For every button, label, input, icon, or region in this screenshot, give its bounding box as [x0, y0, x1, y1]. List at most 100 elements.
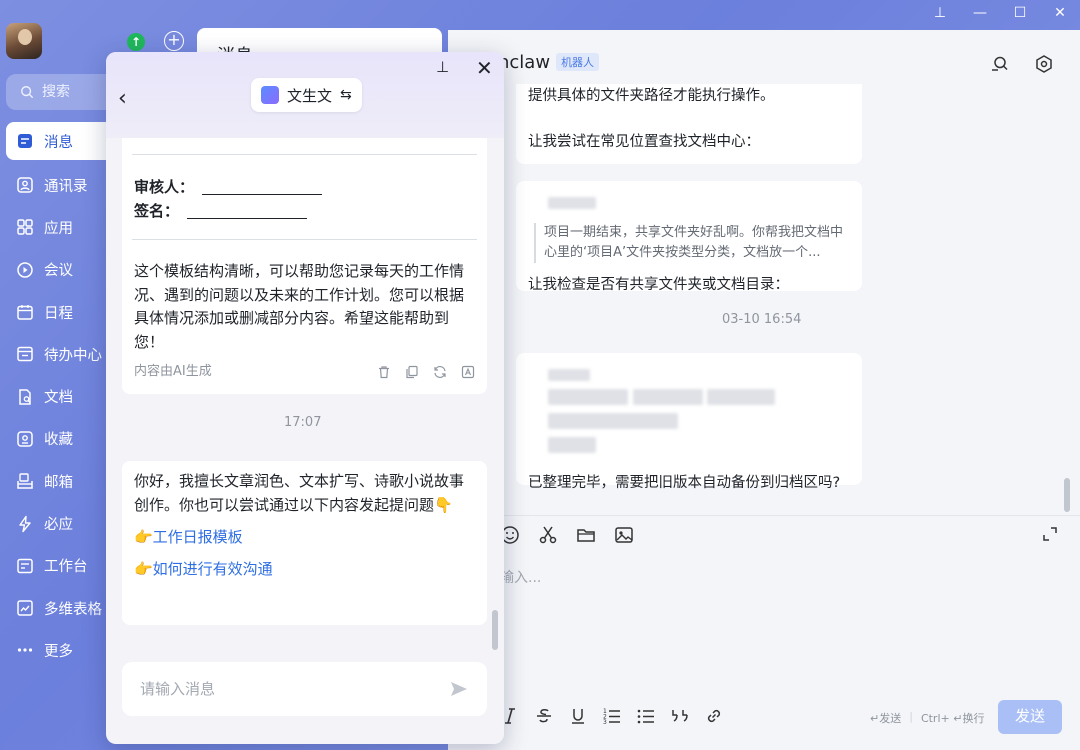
blurred-sender: [548, 197, 596, 209]
format-toolbar: 123: [500, 706, 724, 726]
message-text: 已整理完毕，需要把旧版本自动备份到归档区吗?: [528, 475, 841, 491]
shortcut-hints: ↵发送 | Ctrl+ ↵换行: [870, 710, 985, 725]
pin-window-icon[interactable]: ⊥: [920, 0, 960, 26]
send-arrow-icon[interactable]: [449, 679, 469, 699]
window-controls: ⊥ — ☐ ✕: [920, 0, 1080, 26]
back-icon[interactable]: ‹: [118, 86, 127, 111]
signature-field: 签名：: [134, 199, 475, 223]
refresh-icon[interactable]: [433, 365, 447, 379]
avatar[interactable]: [6, 23, 42, 59]
sidebar-item-bitable[interactable]: 多维表格: [6, 587, 116, 629]
underline-icon[interactable]: [568, 706, 588, 726]
search-box[interactable]: 搜索: [6, 74, 116, 110]
panel-scrollbar[interactable]: [492, 610, 498, 650]
bullet-list-icon[interactable]: [636, 706, 656, 726]
suggestion-communication[interactable]: 👉如何进行有效沟通: [134, 553, 475, 585]
chat-header-actions: [990, 54, 1054, 74]
maximize-icon[interactable]: ☐: [1000, 0, 1040, 26]
docs-icon: [19, 388, 31, 405]
message-bubble: 已整理完毕，需要把旧版本自动备份到归档区吗?: [516, 353, 862, 491]
strikethrough-icon[interactable]: [534, 706, 554, 726]
sidebar-item-label: 工作台: [44, 559, 88, 576]
mode-switch-button[interactable]: 文生文 ⇆: [251, 78, 362, 112]
text-generation-icon: [261, 86, 279, 104]
panel-message-input[interactable]: [140, 680, 420, 698]
sidebar-item-label: 应用: [44, 220, 73, 237]
sidebar-item-messages[interactable]: 消息: [6, 122, 116, 160]
ai-reply-text: 这个模板结构清晰，可以帮助您记录每天的工作情况、遇到的问题以及未来的工作计划。您…: [134, 262, 465, 351]
sidebar-item-meeting[interactable]: 会议: [6, 249, 116, 291]
ai-generated-note: 内容由AI生成: [134, 364, 212, 379]
sidebar-item-label: 必应: [44, 517, 73, 534]
mode-label: 文生文: [287, 86, 333, 105]
reviewer-field: 审核人：: [134, 175, 475, 199]
folder-icon[interactable]: [576, 525, 596, 545]
sidebar-item-todo[interactable]: 待办中心: [6, 333, 116, 375]
message-text: 提供具体的文件夹路径才能执行操作。: [528, 88, 775, 104]
composer-input[interactable]: 输入...: [500, 567, 541, 587]
message-text: 让我检查是否有共享文件夹或文档目录：: [528, 277, 789, 293]
switch-icon: ⇆: [340, 87, 352, 103]
chat-search-icon[interactable]: [990, 54, 1010, 74]
sidebar-item-more[interactable]: 更多: [6, 629, 116, 671]
link-icon[interactable]: [704, 706, 724, 726]
settings-icon[interactable]: [1034, 54, 1054, 74]
delete-icon[interactable]: [377, 365, 391, 379]
todo-icon: [17, 347, 33, 362]
sidebar-item-contacts[interactable]: 通讯录: [6, 164, 116, 206]
ai-assistant-panel: ‹ 文生文 ⇆ ⊥ ✕ 审核人： 签名： 这个模板结构清晰，可以帮助您记录每天的…: [106, 52, 504, 744]
upload-status-icon[interactable]: ↑: [127, 33, 145, 51]
sidebar-item-label: 消息: [44, 134, 73, 151]
message-bubble: 项目一期结束，共享文件夹好乱啊。你帮我把文档中心里的‘项目A’文件夹按类型分类，…: [516, 181, 862, 293]
reviewer-blank: [202, 181, 323, 195]
newline-hint: Ctrl+ ↵换行: [920, 712, 985, 725]
sidebar-item-label: 通讯录: [44, 178, 88, 195]
quoted-message[interactable]: 项目一期结束，共享文件夹好乱啊。你帮我把文档中心里的‘项目A’文件夹按类型分类，…: [534, 223, 850, 263]
sidebar-item-mail[interactable]: 邮箱: [6, 460, 116, 502]
chat-title[interactable]: nclaw: [498, 52, 550, 73]
message-text: 让我尝试在常见位置查找文档中心：: [528, 134, 760, 150]
add-icon[interactable]: +: [164, 31, 184, 51]
blurred-content: [548, 365, 850, 461]
close-icon[interactable]: ✕: [476, 56, 493, 80]
ai-reply-footer: 内容由AI生成: [122, 360, 487, 384]
workbench-icon: [17, 558, 33, 574]
ai-mark-icon[interactable]: [461, 365, 475, 379]
calendar-icon: [17, 305, 33, 320]
panel-input-box: [122, 662, 487, 716]
minimize-icon[interactable]: —: [960, 0, 1000, 26]
send-button[interactable]: 发送: [998, 700, 1062, 734]
sidebar-item-bing[interactable]: 必应: [6, 502, 116, 544]
sidebar-item-calendar[interactable]: 日程: [6, 291, 116, 333]
meeting-icon: [17, 261, 33, 278]
left-rail: 搜索 消息 通讯录 应用 会议 日程 待办中心 文档 收藏 邮箱 必应 工作台 …: [0, 0, 116, 750]
sidebar-item-docs[interactable]: 文档: [6, 375, 116, 417]
more-icon: [17, 648, 33, 653]
panel-timestamp: 17:07: [284, 415, 322, 430]
sidebar-item-label: 邮箱: [44, 474, 73, 491]
bolt-icon: [19, 515, 31, 532]
sidebar-item-label: 日程: [44, 305, 73, 322]
message-bubble: 提供具体的文件夹路径才能执行操作。 让我尝试在常见位置查找文档中心：: [516, 84, 862, 164]
ordered-list-icon[interactable]: 123: [602, 706, 622, 726]
svg-text:3: 3: [603, 719, 607, 726]
sidebar-item-label: 多维表格: [44, 601, 102, 618]
signature-blank: [187, 205, 308, 219]
expand-icon[interactable]: [1042, 526, 1058, 542]
bookmark-icon: [17, 431, 33, 447]
table-icon: [17, 600, 33, 616]
scissors-icon[interactable]: [538, 525, 558, 545]
pin-icon[interactable]: ⊥: [436, 58, 449, 76]
copy-icon[interactable]: [405, 365, 419, 379]
sidebar-item-apps[interactable]: 应用: [6, 206, 116, 248]
quote-icon[interactable]: [670, 706, 690, 726]
sidebar-item-bookmarks[interactable]: 收藏: [6, 418, 116, 460]
image-icon[interactable]: [614, 525, 634, 545]
composer-toolbar: [500, 525, 634, 545]
sidebar-item-label: 会议: [44, 263, 73, 280]
close-window-icon[interactable]: ✕: [1040, 0, 1080, 26]
sidebar-item-label: 更多: [44, 643, 73, 660]
suggestion-daily-report[interactable]: 👉工作日报模板: [134, 521, 475, 553]
sidebar-item-workbench[interactable]: 工作台: [6, 545, 116, 587]
chat-scrollbar[interactable]: [1064, 478, 1070, 512]
